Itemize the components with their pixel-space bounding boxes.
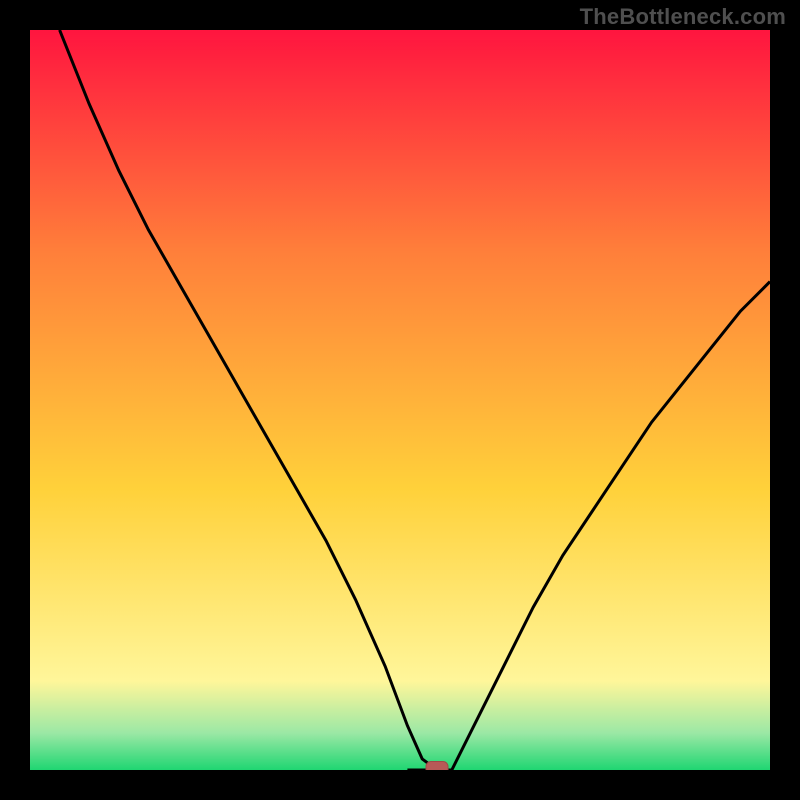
chart-frame: TheBottleneck.com [0,0,800,800]
watermark-label: TheBottleneck.com [580,4,786,30]
minimum-marker [426,762,448,771]
gradient-background [30,30,770,770]
chart-svg [30,30,770,770]
plot-area [30,30,770,770]
